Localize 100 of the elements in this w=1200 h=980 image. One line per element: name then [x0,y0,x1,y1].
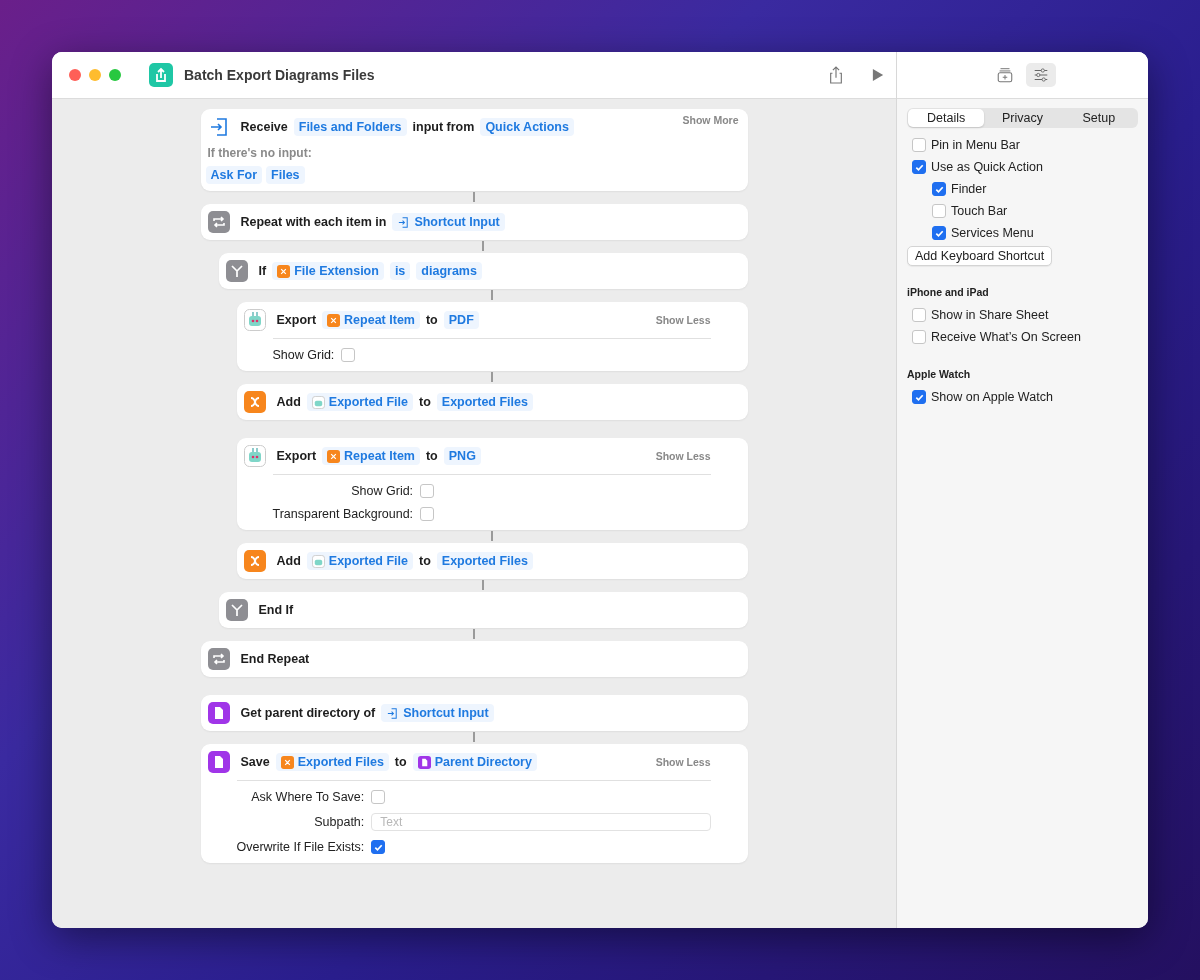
minimize-button[interactable] [89,69,101,81]
checkbox[interactable] [371,840,386,854]
variable-token[interactable]: Repeat Item [322,311,420,329]
action-card[interactable]: End If [218,592,748,628]
parameter-label: Overwrite If File Exists: [236,840,365,854]
action-card[interactable]: Save Exported Files to Parent Directory Show Less Ask Where To Save: Subpath: Text Overwrite If File Exists: [200,744,748,863]
document-icon [417,755,431,769]
action-label: Add [276,395,301,409]
checkbox[interactable] [912,160,926,174]
option-label: Pin in Menu Bar [931,138,1020,152]
add-to-stack-icon [995,66,1014,84]
checkbox[interactable] [341,348,356,362]
variable-icon [327,313,341,327]
variable-token[interactable]: Shortcut Input [381,704,494,722]
variable-token[interactable]: PDF [443,311,479,329]
action-card[interactable]: Add Exported File to Exported Files [236,543,748,579]
action-label: If [258,264,267,278]
variable-token[interactable]: Ask For [205,166,263,184]
variable-icon [280,755,294,769]
action-label: Get parent directory of [240,706,376,720]
option-label: Use as Quick Action [931,160,1043,174]
run-icon[interactable] [872,68,884,82]
checkbox[interactable] [932,226,946,240]
checkbox[interactable] [420,484,435,498]
variable-token[interactable]: Exported Files [436,393,533,411]
share-icon[interactable] [828,66,844,84]
show-toggle-link[interactable]: Show Less [655,450,711,462]
checkbox[interactable] [932,182,946,196]
show-toggle-link[interactable]: Show More [682,114,739,126]
checkbox[interactable] [420,507,435,521]
checkbox[interactable] [912,138,926,152]
parameter-label: Ask Where To Save: [250,790,365,804]
action-card[interactable]: Add Exported File to Exported Files [236,384,748,420]
text-field[interactable]: Text [371,813,711,831]
option-label: Show on Apple Watch [931,390,1053,404]
action-card[interactable]: Export Repeat Item to PDF Show Less Show Grid: [236,302,748,371]
checkbox[interactable] [371,790,386,804]
action-card[interactable]: Get parent directory of Shortcut Input [200,695,748,731]
action-label: Add [276,554,301,568]
variable-icon [277,264,291,278]
variable-token[interactable]: Quick Actions [480,118,574,136]
robot-app-icon [311,554,325,568]
parameter-label: Subpath: [313,815,365,829]
repeat-icon [207,211,230,233]
checkbox[interactable] [912,308,926,322]
option-label: Finder [951,182,987,196]
action-card[interactable]: If File Extension is diagrams [218,253,748,289]
variable-token[interactable]: PNG [443,447,481,465]
input-icon [397,215,411,229]
input-icon [386,706,400,720]
robot-app-icon [243,445,266,467]
document-icon [207,702,230,724]
variable-token[interactable]: Exported Files [275,753,389,771]
tab[interactable]: Setup [1060,109,1137,127]
variable-icon [243,550,266,572]
details-button[interactable] [1025,63,1056,87]
variable-token[interactable]: Repeat Item [322,447,420,465]
action-label: Receive [240,120,288,134]
variable-token[interactable]: Parent Directory [412,753,537,771]
section-title: Apple Watch [907,368,971,380]
variable-token[interactable]: Exported File [306,552,413,570]
option-label: Receive What’s On Screen [931,330,1081,344]
action-card[interactable]: Export Repeat Item to PNG Show Less Show Grid: Transparent Background: [236,438,748,530]
option-label: Touch Bar [951,204,1008,218]
variable-token[interactable]: diagrams [416,262,482,280]
variable-icon [243,391,266,413]
tab[interactable]: Details [908,109,985,127]
document-icon [207,751,230,773]
action-label: Export [276,313,317,327]
action-card[interactable]: Repeat with each item in Shortcut Input [200,204,748,240]
variable-icon [327,449,341,463]
action-label: Export [276,449,317,463]
action-label: to [425,313,438,327]
show-toggle-link[interactable]: Show Less [655,314,711,326]
show-toggle-link[interactable]: Show Less [655,756,711,768]
option-label: Services Menu [951,226,1034,240]
share-app-icon [149,63,173,87]
variable-token[interactable]: Exported File [306,393,413,411]
variable-token[interactable]: Files [266,166,305,184]
checkbox[interactable] [932,204,946,218]
fallback-label: If there's no input: [207,146,313,160]
variable-token[interactable]: Exported Files [436,552,533,570]
action-card[interactable]: End Repeat [200,641,748,677]
tab[interactable]: Privacy [984,109,1061,127]
action-card[interactable]: Receive Files and Folders input from Quick Actions Show More If there's no input: Ask For Files [200,109,748,191]
checkbox[interactable] [912,390,926,404]
checkbox[interactable] [912,330,926,344]
variable-token[interactable]: is [389,262,411,280]
branch-icon [225,599,248,621]
action-label: End If [258,603,294,617]
add-shortcut-button[interactable]: Add Keyboard Shortcut [907,246,1053,266]
zoom-button[interactable] [109,69,121,81]
action-label: Repeat with each item in [240,215,387,229]
variable-token[interactable]: Shortcut Input [392,213,505,231]
repeat-icon [207,648,230,670]
action-label: to [425,449,438,463]
variable-token[interactable]: File Extension [272,262,384,280]
action-label: End Repeat [240,652,310,666]
variable-token[interactable]: Files and Folders [293,118,407,136]
close-button[interactable] [69,69,81,81]
